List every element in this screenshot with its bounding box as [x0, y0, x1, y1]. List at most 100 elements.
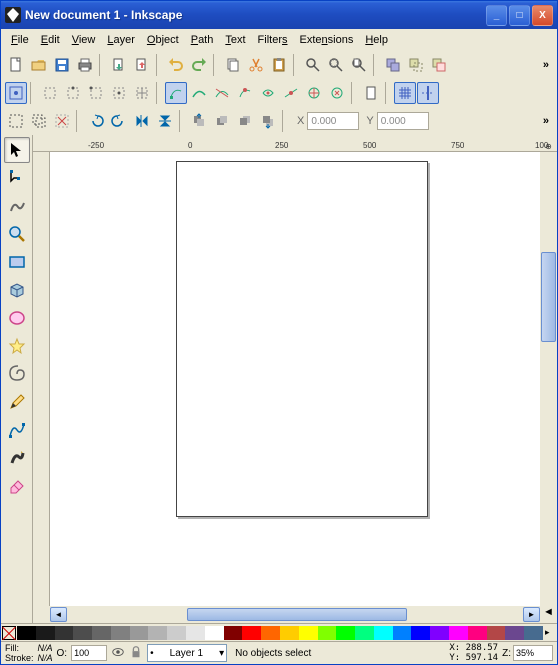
- close-button[interactable]: X: [532, 5, 553, 26]
- rotate-cw-icon[interactable]: [108, 110, 130, 132]
- color-swatch[interactable]: [167, 626, 186, 640]
- menu-help[interactable]: Help: [359, 32, 394, 48]
- color-swatch[interactable]: [336, 626, 355, 640]
- menu-layer[interactable]: Layer: [101, 32, 141, 48]
- snap-path-icon[interactable]: [188, 82, 210, 104]
- print-icon[interactable]: [74, 54, 96, 76]
- menu-filters[interactable]: Filters: [252, 32, 294, 48]
- copy-icon[interactable]: [222, 54, 244, 76]
- select-all-layers-icon[interactable]: [28, 110, 50, 132]
- paste-icon[interactable]: [268, 54, 290, 76]
- color-swatch[interactable]: [224, 626, 243, 640]
- titlebar[interactable]: New document 1 - Inkscape _ □ X: [1, 1, 557, 29]
- export-icon[interactable]: [131, 54, 153, 76]
- menu-edit[interactable]: Edit: [35, 32, 66, 48]
- visibility-icon[interactable]: [111, 645, 125, 662]
- color-swatch[interactable]: [468, 626, 487, 640]
- color-swatch[interactable]: [17, 626, 36, 640]
- zoom-drawing-icon[interactable]: [325, 54, 347, 76]
- color-swatch[interactable]: [355, 626, 374, 640]
- bezier-tool[interactable]: [4, 417, 30, 443]
- toolbar-overflow[interactable]: »: [539, 59, 553, 71]
- zoom-page-icon[interactable]: [348, 54, 370, 76]
- zoom-selection-icon[interactable]: [302, 54, 324, 76]
- color-swatch[interactable]: [186, 626, 205, 640]
- opacity-input[interactable]: [71, 645, 107, 661]
- color-swatch[interactable]: [487, 626, 506, 640]
- canvas[interactable]: [50, 152, 540, 606]
- rectangle-tool[interactable]: [4, 249, 30, 275]
- save-icon[interactable]: [51, 54, 73, 76]
- snap-rotation-icon[interactable]: [326, 82, 348, 104]
- snap-node-icon[interactable]: [165, 82, 187, 104]
- no-color-swatch[interactable]: [2, 626, 16, 640]
- raise-top-icon[interactable]: [188, 110, 210, 132]
- new-document-icon[interactable]: [5, 54, 27, 76]
- minimize-button[interactable]: _: [486, 5, 507, 26]
- lower-bottom-icon[interactable]: [257, 110, 279, 132]
- snap-enable-icon[interactable]: [5, 82, 27, 104]
- node-tool[interactable]: [4, 165, 30, 191]
- eraser-tool[interactable]: [4, 473, 30, 499]
- color-swatch[interactable]: [374, 626, 393, 640]
- selector-tool[interactable]: [4, 137, 30, 163]
- 3dbox-tool[interactable]: [4, 277, 30, 303]
- snap-bbox-center-icon[interactable]: [131, 82, 153, 104]
- menu-object[interactable]: Object: [141, 32, 185, 48]
- flip-horizontal-icon[interactable]: [131, 110, 153, 132]
- unlink-clone-icon[interactable]: [428, 54, 450, 76]
- snap-bbox-edge-icon[interactable]: [62, 82, 84, 104]
- color-swatch[interactable]: [393, 626, 412, 640]
- tool-controls-overflow[interactable]: »: [539, 115, 553, 127]
- scroll-right-icon[interactable]: ►: [523, 607, 540, 622]
- menu-extensions[interactable]: Extensions: [294, 32, 360, 48]
- layer-selector[interactable]: • Layer 1 ▾: [147, 644, 227, 662]
- snap-midpoint-icon[interactable]: [280, 82, 302, 104]
- color-swatch[interactable]: [73, 626, 92, 640]
- snap-page-icon[interactable]: [360, 82, 382, 104]
- snap-smooth-icon[interactable]: [257, 82, 279, 104]
- vertical-scrollbar[interactable]: [540, 152, 557, 606]
- zoom-tool[interactable]: [4, 221, 30, 247]
- color-swatch[interactable]: [280, 626, 299, 640]
- flip-vertical-icon[interactable]: [154, 110, 176, 132]
- ellipse-tool[interactable]: [4, 305, 30, 331]
- rotate-ccw-icon[interactable]: [85, 110, 107, 132]
- menu-text[interactable]: Text: [219, 32, 251, 48]
- cut-icon[interactable]: [245, 54, 267, 76]
- color-swatch[interactable]: [92, 626, 111, 640]
- maximize-button[interactable]: □: [509, 5, 530, 26]
- palette-scroll-icon[interactable]: ▸: [543, 627, 557, 638]
- palette-menu-icon[interactable]: ◄: [540, 606, 557, 623]
- snap-grid-icon[interactable]: [394, 82, 416, 104]
- color-swatch[interactable]: [430, 626, 449, 640]
- clone-icon[interactable]: [405, 54, 427, 76]
- undo-icon[interactable]: [165, 54, 187, 76]
- lower-icon[interactable]: [234, 110, 256, 132]
- vertical-ruler[interactable]: [33, 152, 50, 606]
- snap-center-icon[interactable]: [303, 82, 325, 104]
- color-swatch[interactable]: [148, 626, 167, 640]
- import-icon[interactable]: [108, 54, 130, 76]
- menu-view[interactable]: View: [66, 32, 102, 48]
- color-swatch[interactable]: [299, 626, 318, 640]
- x-coordinate-input[interactable]: [307, 112, 359, 130]
- color-swatch[interactable]: [55, 626, 74, 640]
- fill-stroke-indicator[interactable]: Fill: Stroke:: [5, 643, 34, 663]
- color-swatch[interactable]: [36, 626, 55, 640]
- color-swatch[interactable]: [205, 626, 224, 640]
- horizontal-ruler[interactable]: -250 0 250 500 750 100 ⊕: [33, 135, 557, 152]
- color-swatch[interactable]: [524, 626, 543, 640]
- zoom-input[interactable]: [513, 645, 553, 661]
- color-swatch[interactable]: [505, 626, 524, 640]
- menu-file[interactable]: File: [5, 32, 35, 48]
- color-swatch[interactable]: [261, 626, 280, 640]
- color-swatch[interactable]: [111, 626, 130, 640]
- deselect-icon[interactable]: [51, 110, 73, 132]
- snap-bbox-corner-icon[interactable]: [85, 82, 107, 104]
- horizontal-scrollbar[interactable]: ◄ ►: [50, 606, 540, 623]
- spiral-tool[interactable]: [4, 361, 30, 387]
- select-all-icon[interactable]: [5, 110, 27, 132]
- menu-path[interactable]: Path: [185, 32, 220, 48]
- scroll-left-icon[interactable]: ◄: [50, 607, 67, 622]
